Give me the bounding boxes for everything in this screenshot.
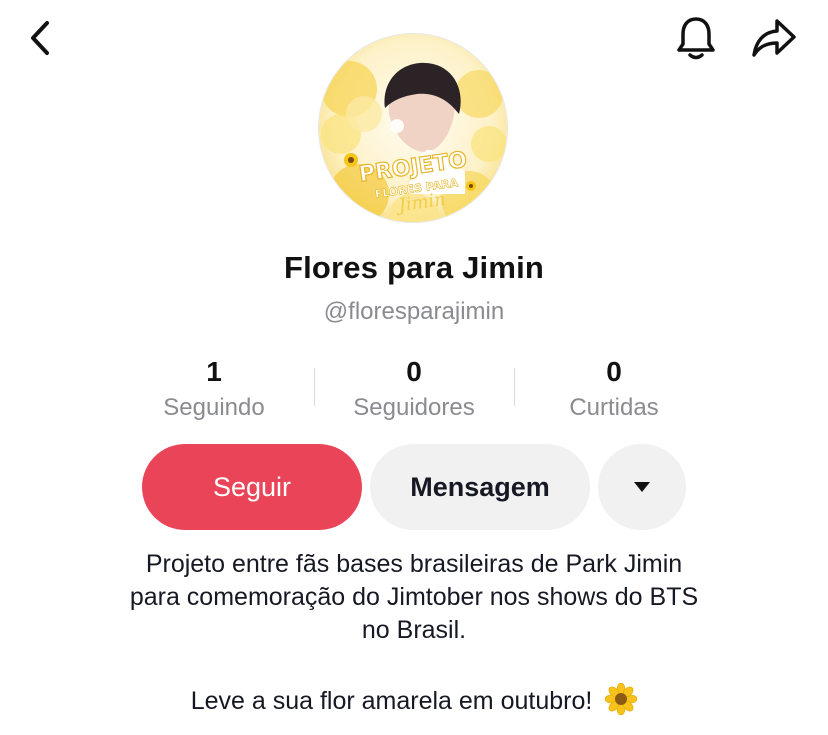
message-button[interactable]: Mensagem [370, 444, 590, 530]
sunflower-icon [605, 683, 638, 715]
bio-line: Leve a sua flor amarela em outubro! [190, 687, 593, 715]
follow-button[interactable]: Seguir [142, 444, 362, 530]
notifications-button[interactable] [670, 12, 722, 64]
avatar[interactable]: PROJETO FLORES PARA Jimin [318, 33, 508, 223]
stat-following[interactable]: 1 Seguindo [114, 354, 314, 426]
bio-spacer [40, 647, 788, 683]
share-arrow-icon [752, 19, 796, 57]
share-button[interactable] [746, 12, 802, 64]
followers-label: Seguidores [353, 394, 475, 421]
triangle-down-icon [634, 482, 650, 492]
bio: Projeto entre fãs bases brasileiras de P… [40, 548, 788, 718]
avatar-image: PROJETO FLORES PARA Jimin [319, 34, 507, 222]
more-options-button[interactable] [598, 444, 686, 530]
likes-count: 0 [606, 356, 622, 387]
bio-line: para comemoração do Jimtober nos shows d… [129, 583, 699, 611]
likes-label: Curtidas [569, 394, 659, 421]
followers-count: 0 [406, 356, 422, 387]
following-label: Seguindo [163, 394, 265, 421]
stat-followers[interactable]: 0 Seguidores [314, 354, 514, 426]
stat-likes[interactable]: 0 Curtidas [514, 354, 714, 426]
bio-line-cta: Leve a sua flor amarela em outubro! [40, 683, 788, 718]
bio-line: Projeto entre fãs bases brasileiras de P… [145, 550, 683, 578]
bio-line: no Brasil. [361, 616, 467, 644]
back-button[interactable] [16, 14, 64, 62]
small-flower-icon [466, 181, 476, 191]
chevron-left-icon [31, 21, 49, 55]
small-flower-icon [344, 153, 358, 167]
username-handle: @floresparajimin [323, 298, 505, 325]
display-name: Flores para Jimin [283, 250, 545, 285]
profile-page: PROJETO FLORES PARA Jimin Flores para Ji… [0, 0, 828, 735]
bell-icon [677, 17, 715, 60]
following-count: 1 [206, 356, 222, 387]
